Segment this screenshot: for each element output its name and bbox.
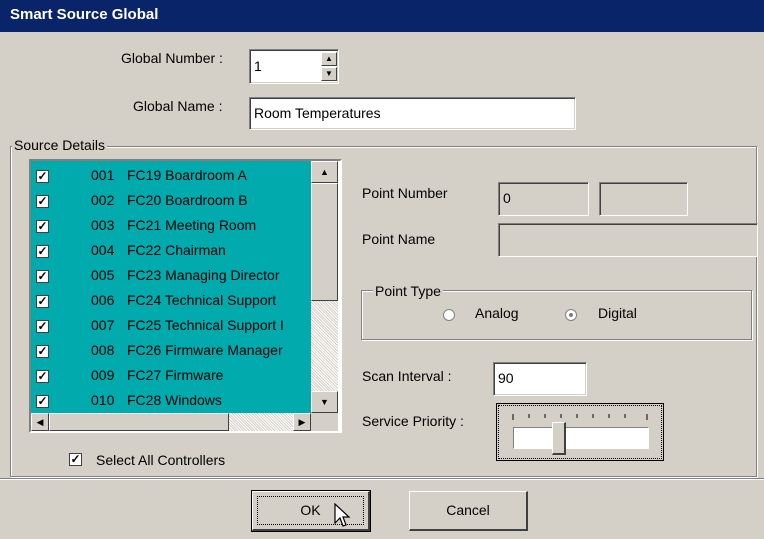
row-name: FC28 Windows bbox=[127, 392, 222, 408]
scroll-right-icon[interactable]: ▶ bbox=[293, 413, 311, 431]
list-item[interactable]: ✓ 009 FC27 Firmware bbox=[31, 364, 311, 389]
row-checkbox[interactable]: ✓ bbox=[36, 220, 49, 233]
list-item[interactable]: ✓ 003 FC21 Meeting Room bbox=[31, 214, 311, 239]
point-number-label: Point Number bbox=[362, 185, 448, 201]
row-name: FC19 Boardroom A bbox=[127, 167, 247, 183]
row-number: 008 bbox=[91, 342, 115, 358]
row-checkbox[interactable]: ✓ bbox=[36, 395, 49, 408]
scan-interval-label: Scan Interval : bbox=[362, 368, 452, 384]
point-number-field-2 bbox=[599, 182, 688, 216]
point-name-label: Point Name bbox=[362, 231, 436, 247]
row-number: 004 bbox=[91, 242, 115, 258]
cancel-button[interactable]: Cancel bbox=[409, 491, 528, 531]
row-name: FC26 Firmware Manager bbox=[127, 342, 283, 358]
row-checkbox[interactable]: ✓ bbox=[36, 270, 49, 283]
row-checkbox[interactable]: ✓ bbox=[36, 295, 49, 308]
digital-radio[interactable] bbox=[565, 309, 577, 321]
scroll-thumb[interactable] bbox=[311, 183, 338, 301]
select-all-label: Select All Controllers bbox=[96, 452, 226, 468]
row-name: FC24 Technical Support bbox=[127, 292, 277, 308]
row-number: 010 bbox=[91, 392, 115, 408]
row-checkbox[interactable]: ✓ bbox=[36, 245, 49, 258]
list-item[interactable]: ✓ 005 FC23 Managing Director bbox=[31, 264, 311, 289]
analog-radio[interactable] bbox=[443, 309, 455, 321]
scroll-left-icon[interactable]: ◀ bbox=[31, 413, 49, 431]
point-name-field bbox=[498, 223, 758, 257]
list-item[interactable]: ✓ 004 FC22 Chairman bbox=[31, 239, 311, 264]
list-item[interactable]: ✓ 007 FC25 Technical Support I bbox=[31, 314, 311, 339]
slider-thumb[interactable] bbox=[552, 422, 567, 455]
list-horizontal-scrollbar[interactable]: ◀ ▶ bbox=[31, 413, 311, 431]
row-number: 009 bbox=[91, 367, 115, 383]
service-priority-label: Service Priority : bbox=[362, 413, 464, 429]
global-number-field[interactable]: 1 ▲ ▼ bbox=[249, 49, 339, 84]
row-number: 002 bbox=[91, 192, 115, 208]
scroll-down-icon[interactable]: ▼ bbox=[311, 391, 338, 413]
row-name: FC23 Managing Director bbox=[127, 267, 280, 283]
scan-interval-value: 90 bbox=[498, 370, 514, 386]
list-item[interactable]: ✓ 002 FC20 Boardroom B bbox=[31, 189, 311, 214]
mouse-cursor-icon bbox=[334, 503, 351, 527]
row-number: 007 bbox=[91, 317, 115, 333]
row-checkbox[interactable]: ✓ bbox=[36, 370, 49, 383]
row-number: 006 bbox=[91, 292, 115, 308]
cancel-label: Cancel bbox=[446, 502, 490, 518]
ok-button[interactable]: OK bbox=[251, 490, 371, 532]
global-number-label: Global Number : bbox=[121, 50, 223, 66]
list-vertical-scrollbar[interactable]: ▲ ▼ bbox=[311, 161, 338, 413]
global-name-value: Room Temperatures bbox=[254, 105, 381, 121]
row-number: 003 bbox=[91, 217, 115, 233]
analog-label: Analog bbox=[475, 305, 519, 321]
row-checkbox[interactable]: ✓ bbox=[36, 320, 49, 333]
row-checkbox[interactable]: ✓ bbox=[36, 195, 49, 208]
scroll-corner bbox=[311, 413, 338, 431]
row-name: FC20 Boardroom B bbox=[127, 192, 248, 208]
spin-down-button[interactable]: ▼ bbox=[321, 67, 337, 81]
slider-track bbox=[513, 427, 649, 449]
list-item[interactable]: ✓ 010 FC28 Windows bbox=[31, 389, 311, 413]
digital-label: Digital bbox=[598, 305, 637, 321]
row-name: FC22 Chairman bbox=[127, 242, 226, 258]
spin-up-button[interactable]: ▲ bbox=[321, 52, 337, 66]
point-number-field: 0 bbox=[498, 182, 589, 216]
scan-interval-input[interactable]: 90 bbox=[493, 362, 587, 396]
scroll-up-icon[interactable]: ▲ bbox=[311, 161, 338, 183]
global-number-value: 1 bbox=[254, 58, 262, 74]
title-bar[interactable]: Smart Source Global bbox=[0, 0, 764, 32]
service-priority-slider[interactable] bbox=[496, 403, 664, 461]
point-number-value: 0 bbox=[503, 190, 511, 206]
source-details-title: Source Details bbox=[12, 137, 108, 153]
row-checkbox[interactable]: ✓ bbox=[36, 170, 49, 183]
controller-list[interactable]: ✓ 001 FC19 Boardroom A ✓ 002 FC20 Boardroom B… bbox=[29, 159, 342, 433]
row-number: 005 bbox=[91, 267, 115, 283]
row-name: FC21 Meeting Room bbox=[127, 217, 257, 233]
global-name-label: Global Name : bbox=[133, 98, 223, 114]
row-checkbox[interactable]: ✓ bbox=[36, 345, 49, 358]
footer-divider bbox=[0, 478, 764, 480]
controller-list-items: ✓ 001 FC19 Boardroom A ✓ 002 FC20 Boardroom B… bbox=[31, 161, 311, 413]
dialog-window: Smart Source Global Global Number : 1 ▲ … bbox=[0, 0, 764, 539]
row-number: 001 bbox=[91, 167, 115, 183]
list-item[interactable]: ✓ 006 FC24 Technical Support bbox=[31, 289, 311, 314]
list-item[interactable]: ✓ 008 FC26 Firmware Manager bbox=[31, 339, 311, 364]
row-name: FC27 Firmware bbox=[127, 367, 224, 383]
point-type-title: Point Type bbox=[373, 283, 443, 299]
list-item[interactable]: ✓ 001 FC19 Boardroom A bbox=[31, 164, 311, 189]
select-all-checkbox[interactable]: ✓ bbox=[69, 453, 82, 466]
hscroll-thumb[interactable] bbox=[49, 413, 229, 431]
window-title: Smart Source Global bbox=[10, 6, 159, 23]
global-name-input[interactable]: Room Temperatures bbox=[249, 97, 576, 130]
row-name: FC25 Technical Support I bbox=[127, 317, 284, 333]
